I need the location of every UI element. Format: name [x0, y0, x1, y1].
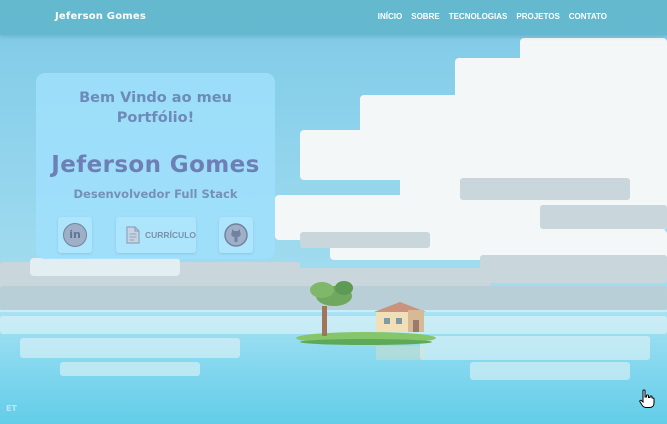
cloud-shadow — [480, 255, 667, 283]
welcome-line: Portfólio! — [116, 110, 195, 126]
nav-link-sobre[interactable]: SOBRE — [411, 12, 439, 21]
github-button[interactable] — [219, 217, 253, 253]
brand-logo[interactable]: Jeferson Gomes — [55, 11, 146, 22]
cloud-reflection — [420, 336, 650, 360]
linkedin-icon: in — [63, 223, 87, 247]
github-icon — [224, 223, 248, 247]
welcome-line: Bem Vindo ao meu — [79, 90, 232, 106]
nav-link-tecnologias[interactable]: TECNOLOGIAS — [449, 12, 508, 21]
welcome-heading: Bem Vindo ao meu Portfólio! — [36, 88, 275, 128]
hand-pointer-icon — [639, 389, 655, 408]
nav-link-contato[interactable]: CONTATO — [569, 12, 607, 21]
cloud-reflection — [20, 338, 240, 358]
linkedin-button[interactable]: in — [58, 217, 92, 253]
cloud-shadow — [460, 178, 630, 200]
person-role: Desenvolvedor Full Stack — [73, 187, 238, 201]
corner-badge: ET — [6, 404, 17, 413]
document-icon — [126, 226, 140, 244]
cloud — [30, 258, 180, 276]
nav-link-inicio[interactable]: INÍCIO — [378, 12, 402, 21]
cloud-shadow — [300, 232, 430, 248]
hero-card: Bem Vindo ao meu Portfólio! Jeferson Gom… — [36, 73, 275, 259]
nav-link-projetos[interactable]: PROJETOS — [516, 12, 559, 21]
cloud-reflection — [60, 362, 200, 376]
cloud-shadow — [540, 205, 667, 229]
top-navbar: Jeferson Gomes INÍCIO SOBRE TECNOLOGIAS … — [0, 0, 667, 35]
resume-button[interactable]: CURRÍCULO — [116, 217, 196, 253]
person-name: Jeferson Gomes — [51, 152, 260, 178]
cloud-reflection — [470, 362, 630, 380]
cloud — [590, 48, 660, 68]
nav-links: INÍCIO SOBRE TECNOLOGIAS PROJETOS CONTAT… — [378, 12, 607, 21]
cloud — [545, 40, 585, 52]
island-illustration — [296, 281, 436, 360]
resume-label: CURRÍCULO — [145, 230, 196, 240]
cloud — [300, 130, 410, 180]
